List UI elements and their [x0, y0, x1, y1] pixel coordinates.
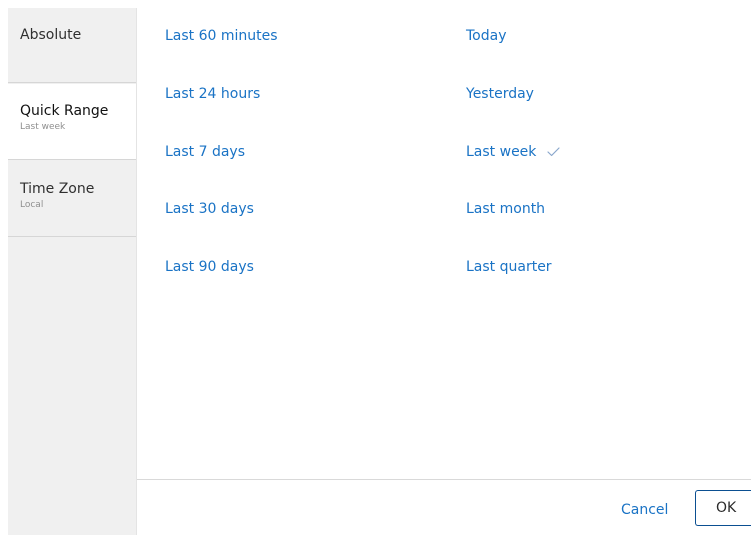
sidebar-item-sublabel: Local	[20, 200, 44, 210]
footer-divider	[137, 479, 751, 480]
range-option-yesterday[interactable]: Yesterday	[466, 85, 534, 103]
sidebar-item-sublabel: Last week	[20, 122, 66, 132]
sidebar: Absolute Quick Range Last week Time Zone…	[8, 8, 137, 535]
range-option-last-week[interactable]: Last week	[466, 143, 560, 161]
range-option-last-month[interactable]: Last month	[466, 200, 545, 218]
range-option-last-7-days[interactable]: Last 7 days	[165, 143, 245, 161]
check-icon	[547, 147, 560, 157]
quick-range-panel: Last 60 minutes Last 24 hours Last 7 day…	[137, 0, 751, 480]
range-option-label: Last week	[466, 144, 537, 160]
range-option-today[interactable]: Today	[466, 27, 507, 45]
range-option-last-60-minutes[interactable]: Last 60 minutes	[165, 27, 278, 45]
sidebar-item-label: Absolute	[20, 27, 82, 43]
sidebar-item-quick-range[interactable]: Quick Range Last week	[8, 84, 136, 160]
time-range-picker: Absolute Quick Range Last week Time Zone…	[0, 0, 751, 535]
ok-button[interactable]: OK	[695, 490, 751, 526]
cancel-button[interactable]: Cancel	[621, 501, 668, 519]
sidebar-item-label: Time Zone	[20, 181, 95, 197]
sidebar-item-time-zone[interactable]: Time Zone Local	[8, 161, 136, 237]
range-option-last-24-hours[interactable]: Last 24 hours	[165, 85, 260, 103]
sidebar-item-absolute[interactable]: Absolute	[8, 8, 136, 83]
range-option-last-90-days[interactable]: Last 90 days	[165, 258, 254, 276]
range-option-last-quarter[interactable]: Last quarter	[466, 258, 552, 276]
sidebar-item-label: Quick Range	[20, 103, 109, 119]
range-option-last-30-days[interactable]: Last 30 days	[165, 200, 254, 218]
